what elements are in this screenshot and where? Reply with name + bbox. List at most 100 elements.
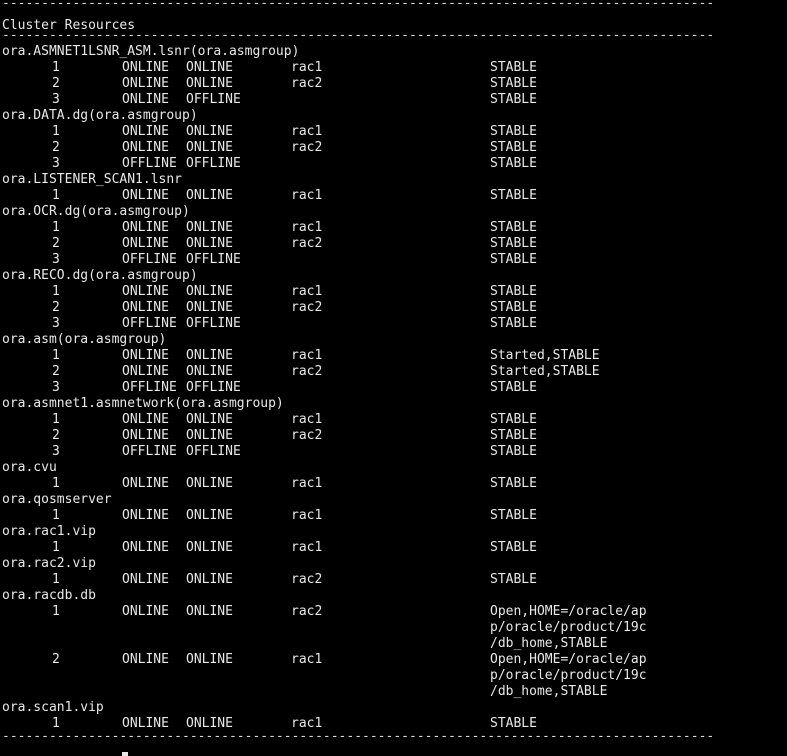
resource-name: ora.scan1.vip: [2, 700, 104, 715]
state-details: Started,STABLE: [490, 348, 600, 363]
target-state: ONLINE: [122, 140, 169, 155]
instance-number: 3: [52, 92, 60, 107]
instance-number: 1: [52, 572, 60, 587]
current-state: ONLINE: [186, 236, 233, 251]
target-state: OFFLINE: [122, 316, 177, 331]
state-details: STABLE: [490, 444, 537, 459]
current-state: ONLINE: [186, 188, 233, 203]
current-state: ONLINE: [186, 348, 233, 363]
server-name: rac2: [291, 428, 323, 443]
server-name: rac2: [291, 364, 323, 379]
current-state: OFFLINE: [186, 252, 241, 267]
instance-number: 1: [52, 412, 60, 427]
resource-name: ora.RECO.dg(ora.asmgroup): [2, 268, 198, 283]
terminal-output[interactable]: ----------------------------------------…: [2, 0, 787, 756]
state-details: STABLE: [490, 76, 537, 91]
current-state: ONLINE: [186, 220, 233, 235]
current-state: ONLINE: [186, 604, 233, 619]
state-details: /db_home,STABLE: [490, 684, 608, 699]
resource-name: ora.racdb.db: [2, 588, 96, 603]
server-name: rac1: [291, 188, 323, 203]
state-details: STABLE: [490, 156, 537, 171]
target-state: OFFLINE: [122, 252, 177, 267]
target-state: ONLINE: [122, 284, 169, 299]
target-state: ONLINE: [122, 364, 169, 379]
resource-name: ora.DATA.dg(ora.asmgroup): [2, 108, 198, 123]
state-details: Started,STABLE: [490, 364, 600, 379]
instance-number: 2: [52, 140, 60, 155]
state-details: Open,HOME=/oracle/ap: [490, 604, 647, 619]
state-details: p/oracle/product/19c: [490, 620, 647, 635]
state-details: STABLE: [490, 284, 537, 299]
current-state: ONLINE: [186, 508, 233, 523]
server-name: rac2: [291, 236, 323, 251]
instance-number: 2: [52, 76, 60, 91]
instance-number: 1: [52, 348, 60, 363]
instance-number: 3: [52, 444, 60, 459]
current-state: ONLINE: [186, 124, 233, 139]
state-details: STABLE: [490, 140, 537, 155]
current-state: ONLINE: [186, 364, 233, 379]
target-state: ONLINE: [122, 76, 169, 91]
server-name: rac2: [291, 604, 323, 619]
current-state: ONLINE: [186, 300, 233, 315]
state-details: STABLE: [490, 188, 537, 203]
instance-number: 1: [52, 476, 60, 491]
target-state: ONLINE: [122, 92, 169, 107]
current-state: OFFLINE: [186, 92, 241, 107]
separator-dashes: ----------------------------------------…: [2, 28, 715, 43]
state-details: STABLE: [490, 220, 537, 235]
state-details: STABLE: [490, 572, 537, 587]
instance-number: 3: [52, 252, 60, 267]
state-details: Open,HOME=/oracle/ap: [490, 652, 647, 667]
instance-number: 1: [52, 508, 60, 523]
server-name: rac2: [291, 300, 323, 315]
state-details: p/oracle/product/19c: [490, 668, 647, 683]
current-state: ONLINE: [186, 60, 233, 75]
server-name: rac1: [291, 540, 323, 555]
target-state: ONLINE: [122, 236, 169, 251]
state-details: STABLE: [490, 380, 537, 395]
current-state: ONLINE: [186, 428, 233, 443]
current-state: ONLINE: [186, 76, 233, 91]
resource-name: ora.asm(ora.asmgroup): [2, 332, 167, 347]
instance-number: 1: [52, 284, 60, 299]
state-details: STABLE: [490, 236, 537, 251]
terminal-cursor: [122, 752, 128, 756]
state-details: STABLE: [490, 476, 537, 491]
instance-number: 1: [52, 540, 60, 555]
target-state: ONLINE: [122, 60, 169, 75]
state-details: STABLE: [490, 428, 537, 443]
target-state: ONLINE: [122, 124, 169, 139]
target-state: ONLINE: [122, 540, 169, 555]
server-name: rac1: [291, 412, 323, 427]
state-details: /db_home,STABLE: [490, 636, 608, 651]
separator-dashes: ----------------------------------------…: [2, 0, 715, 11]
state-details: STABLE: [490, 124, 537, 139]
resource-name: ora.rac1.vip: [2, 524, 96, 539]
current-state: OFFLINE: [186, 316, 241, 331]
instance-number: 1: [52, 604, 60, 619]
target-state: ONLINE: [122, 652, 169, 667]
resource-name: ora.OCR.dg(ora.asmgroup): [2, 204, 190, 219]
target-state: ONLINE: [122, 188, 169, 203]
target-state: ONLINE: [122, 412, 169, 427]
resource-name: ora.cvu: [2, 460, 57, 475]
instance-number: 1: [52, 124, 60, 139]
server-name: rac1: [291, 220, 323, 235]
target-state: ONLINE: [122, 604, 169, 619]
separator-dashes: ----------------------------------------…: [2, 729, 715, 744]
resource-name: ora.LISTENER_SCAN1.lsnr: [2, 172, 183, 187]
state-details: STABLE: [490, 300, 537, 315]
instance-number: 3: [52, 316, 60, 331]
server-name: rac2: [291, 76, 323, 91]
target-state: ONLINE: [122, 508, 169, 523]
state-details: STABLE: [490, 508, 537, 523]
target-state: OFFLINE: [122, 444, 177, 459]
current-state: ONLINE: [186, 284, 233, 299]
server-name: rac1: [291, 652, 323, 667]
instance-number: 3: [52, 156, 60, 171]
resource-name: ora.asmnet1.asmnetwork(ora.asmgroup): [2, 396, 284, 411]
current-state: ONLINE: [186, 476, 233, 491]
server-name: rac1: [291, 60, 323, 75]
